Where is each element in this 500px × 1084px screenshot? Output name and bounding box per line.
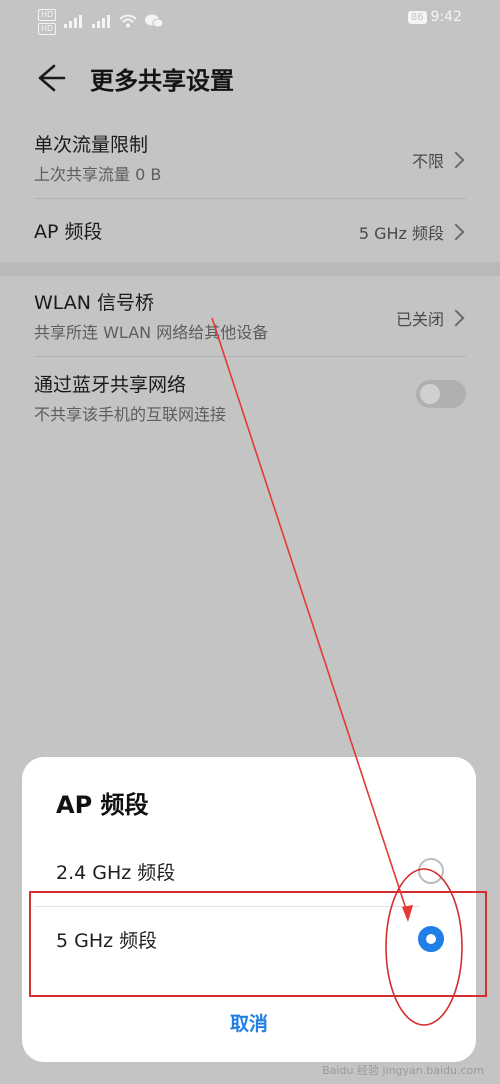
chevron-right-icon	[447, 151, 465, 169]
wechat-icon	[144, 14, 164, 31]
data-limit-title: 单次流量限制	[34, 134, 149, 156]
bluetooth-share-title: 通过蓝牙共享网络	[34, 374, 187, 396]
data-limit-row[interactable]: 单次流量限制 上次共享流量 0 B 不限	[34, 130, 466, 190]
option-5ghz[interactable]: 5 GHz 频段	[56, 912, 444, 968]
dialog-title: AP 频段	[56, 791, 149, 819]
battery-icon: 86	[407, 10, 427, 24]
divider	[34, 198, 466, 199]
ap-band-value: 5 GHz 频段	[358, 224, 444, 243]
radio-button-unchecked[interactable]	[418, 858, 444, 884]
bluetooth-share-toggle[interactable]	[416, 380, 466, 408]
data-limit-value: 不限	[411, 152, 444, 171]
back-arrow-icon[interactable]	[32, 60, 68, 96]
hd-badge-2: HD	[38, 23, 57, 35]
ap-band-row[interactable]: AP 频段 5 GHz 频段	[34, 217, 466, 251]
status-bar: HD HD 86 9:42	[0, 0, 500, 40]
bluetooth-share-row[interactable]: 通过蓝牙共享网络 不共享该手机的互联网连接	[34, 370, 466, 430]
page-title: 更多共享设置	[90, 67, 234, 95]
option-label: 2.4 GHz 频段	[56, 862, 176, 884]
status-right: 86 9:42	[407, 9, 462, 25]
wlan-bridge-row[interactable]: WLAN 信号桥 共享所连 WLAN 网络给其他设备 已关闭	[34, 288, 466, 348]
option-2-4ghz[interactable]: 2.4 GHz 频段	[56, 844, 444, 900]
wifi-icon	[118, 14, 138, 31]
ap-band-dialog: AP 频段 2.4 GHz 频段 5 GHz 频段 取消	[22, 757, 476, 1062]
wlan-bridge-value: 已关闭	[395, 310, 444, 329]
option-divider	[34, 906, 420, 907]
screen: HD HD 86 9:42 更多共享设置 单次流量限制 上次共享流量 0 B 不…	[0, 0, 500, 1084]
watermark: Baidu 经验 jingyan.baidu.com	[322, 1064, 484, 1077]
ap-band-value-group: 5 GHz 频段	[359, 220, 466, 244]
signal-icon-1	[62, 14, 84, 31]
status-left: HD HD	[38, 9, 164, 35]
data-limit-subtitle: 上次共享流量 0 B	[34, 165, 162, 184]
chevron-right-icon	[447, 309, 465, 327]
chevron-right-icon	[447, 223, 465, 241]
divider	[34, 356, 466, 357]
toggle-knob	[420, 384, 440, 404]
hd-badge-1: HD	[38, 9, 57, 21]
section-separator	[0, 262, 500, 276]
hd-chips: HD HD	[38, 9, 57, 35]
wlan-bridge-value-group: 已关闭	[396, 306, 466, 330]
clock: 9:42	[430, 9, 462, 25]
data-limit-value-group: 不限	[412, 148, 466, 172]
cancel-button[interactable]: 取消	[22, 1009, 476, 1036]
signal-icon-2	[90, 14, 112, 31]
bluetooth-share-subtitle: 不共享该手机的互联网连接	[34, 405, 227, 424]
app-bar: 更多共享设置	[0, 48, 500, 108]
radio-button-checked[interactable]	[418, 926, 444, 952]
option-label: 5 GHz 频段	[56, 930, 158, 952]
